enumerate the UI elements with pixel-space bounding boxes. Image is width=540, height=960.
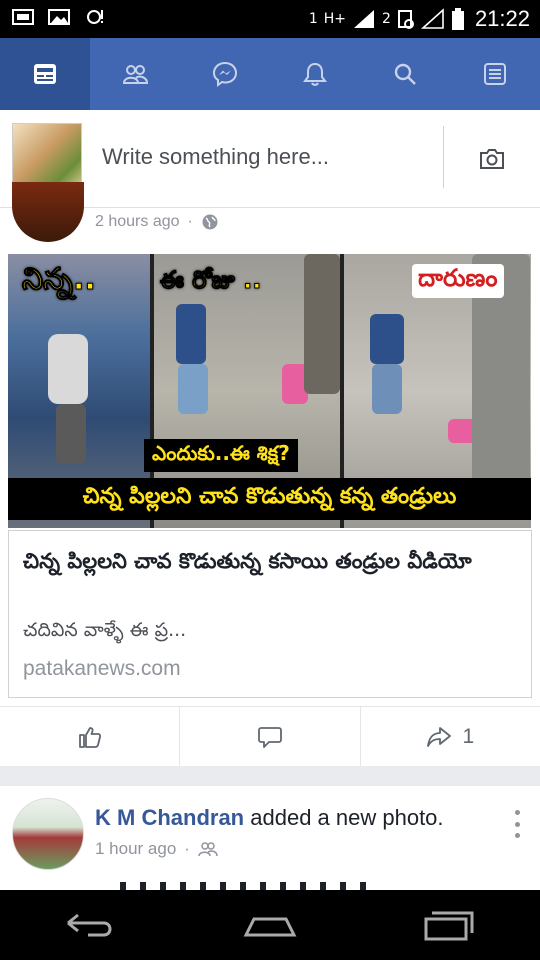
back-icon[interactable] <box>62 905 118 945</box>
notifications-icon <box>303 62 327 86</box>
comment-icon <box>258 726 282 748</box>
avatar[interactable] <box>12 182 84 242</box>
tab-notifications[interactable] <box>270 38 360 110</box>
post-header: K M Chandran added a new photo. <box>95 805 444 831</box>
separator-dot: · <box>184 839 190 858</box>
post-meta: 1 hour ago · <box>95 839 218 859</box>
news-feed-icon <box>34 64 56 84</box>
image-figure <box>372 364 402 414</box>
share-button[interactable]: 1 <box>359 707 540 766</box>
image-figure <box>304 254 340 394</box>
link-description: చదివిన వాళ్ళే ఈ ప్ర... <box>23 619 187 641</box>
sync-notification-icon <box>87 10 103 24</box>
separator-dot: · <box>187 213 193 230</box>
recents-icon[interactable] <box>422 905 478 945</box>
post-actions: 1 <box>0 706 540 766</box>
share-count: 1 <box>462 724 475 748</box>
search-icon <box>394 63 416 85</box>
data-icon <box>397 10 414 29</box>
image-figure <box>370 314 404 364</box>
tab-menu[interactable] <box>450 38 540 110</box>
status-bar: 1 H+ 2 21:22 <box>0 0 540 38</box>
network-type: H+ <box>323 11 347 27</box>
sim1-label: 1 <box>308 11 318 27</box>
top-nav-bar <box>0 38 540 110</box>
link-domain: patakanews.com <box>23 657 181 680</box>
home-icon[interactable] <box>242 905 298 945</box>
menu-icon <box>484 63 506 85</box>
feed-post: K M Chandran added a new photo. 1 hour a… <box>0 786 540 890</box>
composer-input[interactable]: Write something here... <box>102 144 329 170</box>
image-caption: నిన్న.. <box>22 262 97 298</box>
share-icon <box>427 726 452 747</box>
link-preview-card[interactable]: చిన్న పిల్లలని చావ కొడుతున్న కసాయి తండ్ర… <box>8 530 532 698</box>
post-meta: 2 hours ago · <box>95 213 219 231</box>
like-icon <box>78 726 101 748</box>
tab-friends[interactable] <box>90 38 180 110</box>
post-author[interactable]: K M Chandran <box>95 805 244 830</box>
screen: { "status_bar": { "network_label": "H+",… <box>0 0 540 960</box>
gallery-notification-icon <box>48 9 70 25</box>
screenshot-notification-icon <box>12 9 34 25</box>
feed-post: 2 hours ago · నిన్న.. ఈ రోజు .. దారుణం ఎ… <box>0 182 540 766</box>
like-button[interactable] <box>0 707 179 766</box>
system-nav-bar <box>0 890 540 960</box>
clock: 21:22 <box>474 6 530 31</box>
comment-button[interactable] <box>179 707 359 766</box>
image-figure <box>48 334 88 404</box>
avatar[interactable] <box>12 798 84 870</box>
post-time[interactable]: 2 hours ago <box>95 213 180 231</box>
sim2-label: 2 <box>382 11 391 27</box>
divider <box>443 126 444 188</box>
globe-icon <box>202 214 218 230</box>
post-image[interactable]: నిన్న.. ఈ రోజు .. దారుణం ఎందుకు..ఈ శిక్ష… <box>8 254 531 528</box>
friends-icon <box>198 842 218 857</box>
camera-icon[interactable] <box>478 146 506 172</box>
signal-empty-icon <box>420 8 444 29</box>
tab-news-feed[interactable] <box>0 38 90 110</box>
post-options-button[interactable] <box>512 810 522 838</box>
tab-messenger[interactable] <box>180 38 270 110</box>
friends-icon <box>122 65 148 84</box>
post-time[interactable]: 1 hour ago <box>95 839 176 859</box>
image-figure <box>178 364 208 414</box>
image-caption: ఈ రోజు .. <box>159 266 262 295</box>
post-text-cropped <box>120 882 380 890</box>
post-action-text: added a new photo. <box>250 805 444 830</box>
image-caption: చిన్న పిల్లలని చావ కొడుతున్న కన్న తండ్రు… <box>8 478 531 520</box>
messenger-icon <box>212 61 238 87</box>
link-title: చిన్న పిల్లలని చావ కొడుతున్న కసాయి తండ్ర… <box>23 549 472 573</box>
tab-search[interactable] <box>360 38 450 110</box>
image-figure <box>56 404 86 464</box>
image-caption: ఎందుకు..ఈ శిక్ష? <box>144 439 298 472</box>
battery-icon <box>451 8 464 30</box>
image-figure <box>176 304 206 364</box>
image-caption: దారుణం <box>412 264 504 298</box>
signal-icon <box>354 10 375 28</box>
